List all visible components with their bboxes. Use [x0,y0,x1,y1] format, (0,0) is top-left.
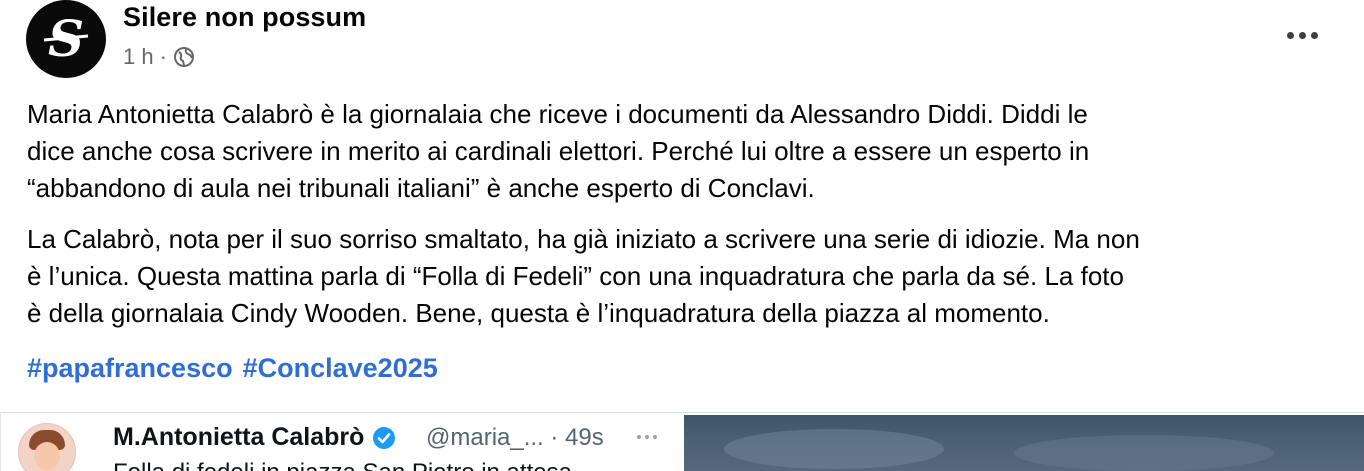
post-time[interactable]: 1 h [123,44,154,70]
more-dot [645,435,649,439]
page-avatar[interactable]: S [26,0,106,78]
tweet-text: Folla di fedeli in piazza San Pietro in … [113,459,572,471]
verified-badge-icon [373,426,396,449]
tweet-more-icon [637,435,657,439]
page-logo-icon: S [43,9,89,68]
globe-icon[interactable] [173,46,195,68]
tweet-handle-time: @maria_... · 49s [426,424,604,451]
post-media[interactable]: M.Antonietta Calabrò @maria_... · 49s Fo… [0,412,1364,471]
post-meta: 1 h · [123,44,195,70]
photo-cloud [1014,435,1274,471]
post-paragraph: La Calabrò, nota per il suo sorriso smal… [27,224,1140,328]
tweet-author-name: M.Antonietta Calabrò [113,423,396,452]
page-name[interactable]: Silere non possum [123,2,366,33]
more-dot [1298,31,1306,39]
post-paragraph: Maria Antonietta Calabrò è la giornalaia… [27,99,1090,203]
more-options-button[interactable] [1280,20,1324,50]
tweet-author-label: M.Antonietta Calabrò [113,423,365,451]
facebook-post: S Silere non possum 1 h · Maria Antoniet… [0,0,1364,471]
avatar-face [34,442,60,470]
more-dot [653,435,657,439]
post-text: Maria Antonietta Calabrò è la giornalaia… [27,96,1347,346]
more-dot [1286,31,1294,39]
square-photo[interactable] [684,415,1364,471]
tweet-author-avatar [18,423,76,471]
more-dot [637,435,641,439]
hashtag-link[interactable]: #Conclave2025 [243,353,438,384]
hashtag-link[interactable]: #papafrancesco [27,353,233,384]
more-dot [1310,31,1318,39]
meta-separator: · [159,44,167,69]
photo-cloud [724,429,944,469]
embedded-tweet-screenshot[interactable]: M.Antonietta Calabrò @maria_... · 49s Fo… [0,413,685,471]
hashtag-list: #papafrancesco #Conclave2025 [27,353,438,384]
